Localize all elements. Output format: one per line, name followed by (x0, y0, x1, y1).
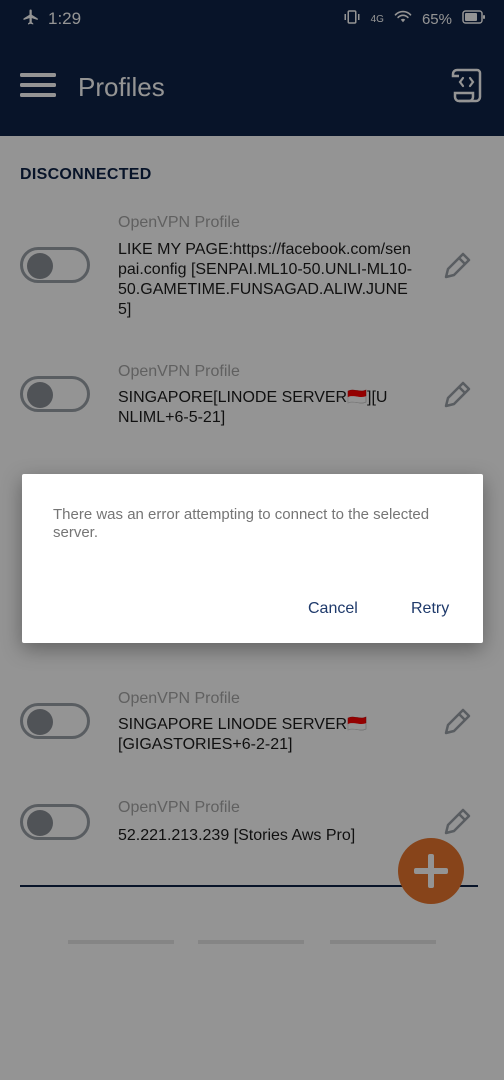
dialog-message: There was an error attempting to connect… (53, 506, 430, 541)
retry-button[interactable]: Retry (411, 600, 449, 618)
cancel-button[interactable]: Cancel (308, 600, 358, 618)
error-dialog: There was an error attempting to connect… (22, 474, 483, 643)
